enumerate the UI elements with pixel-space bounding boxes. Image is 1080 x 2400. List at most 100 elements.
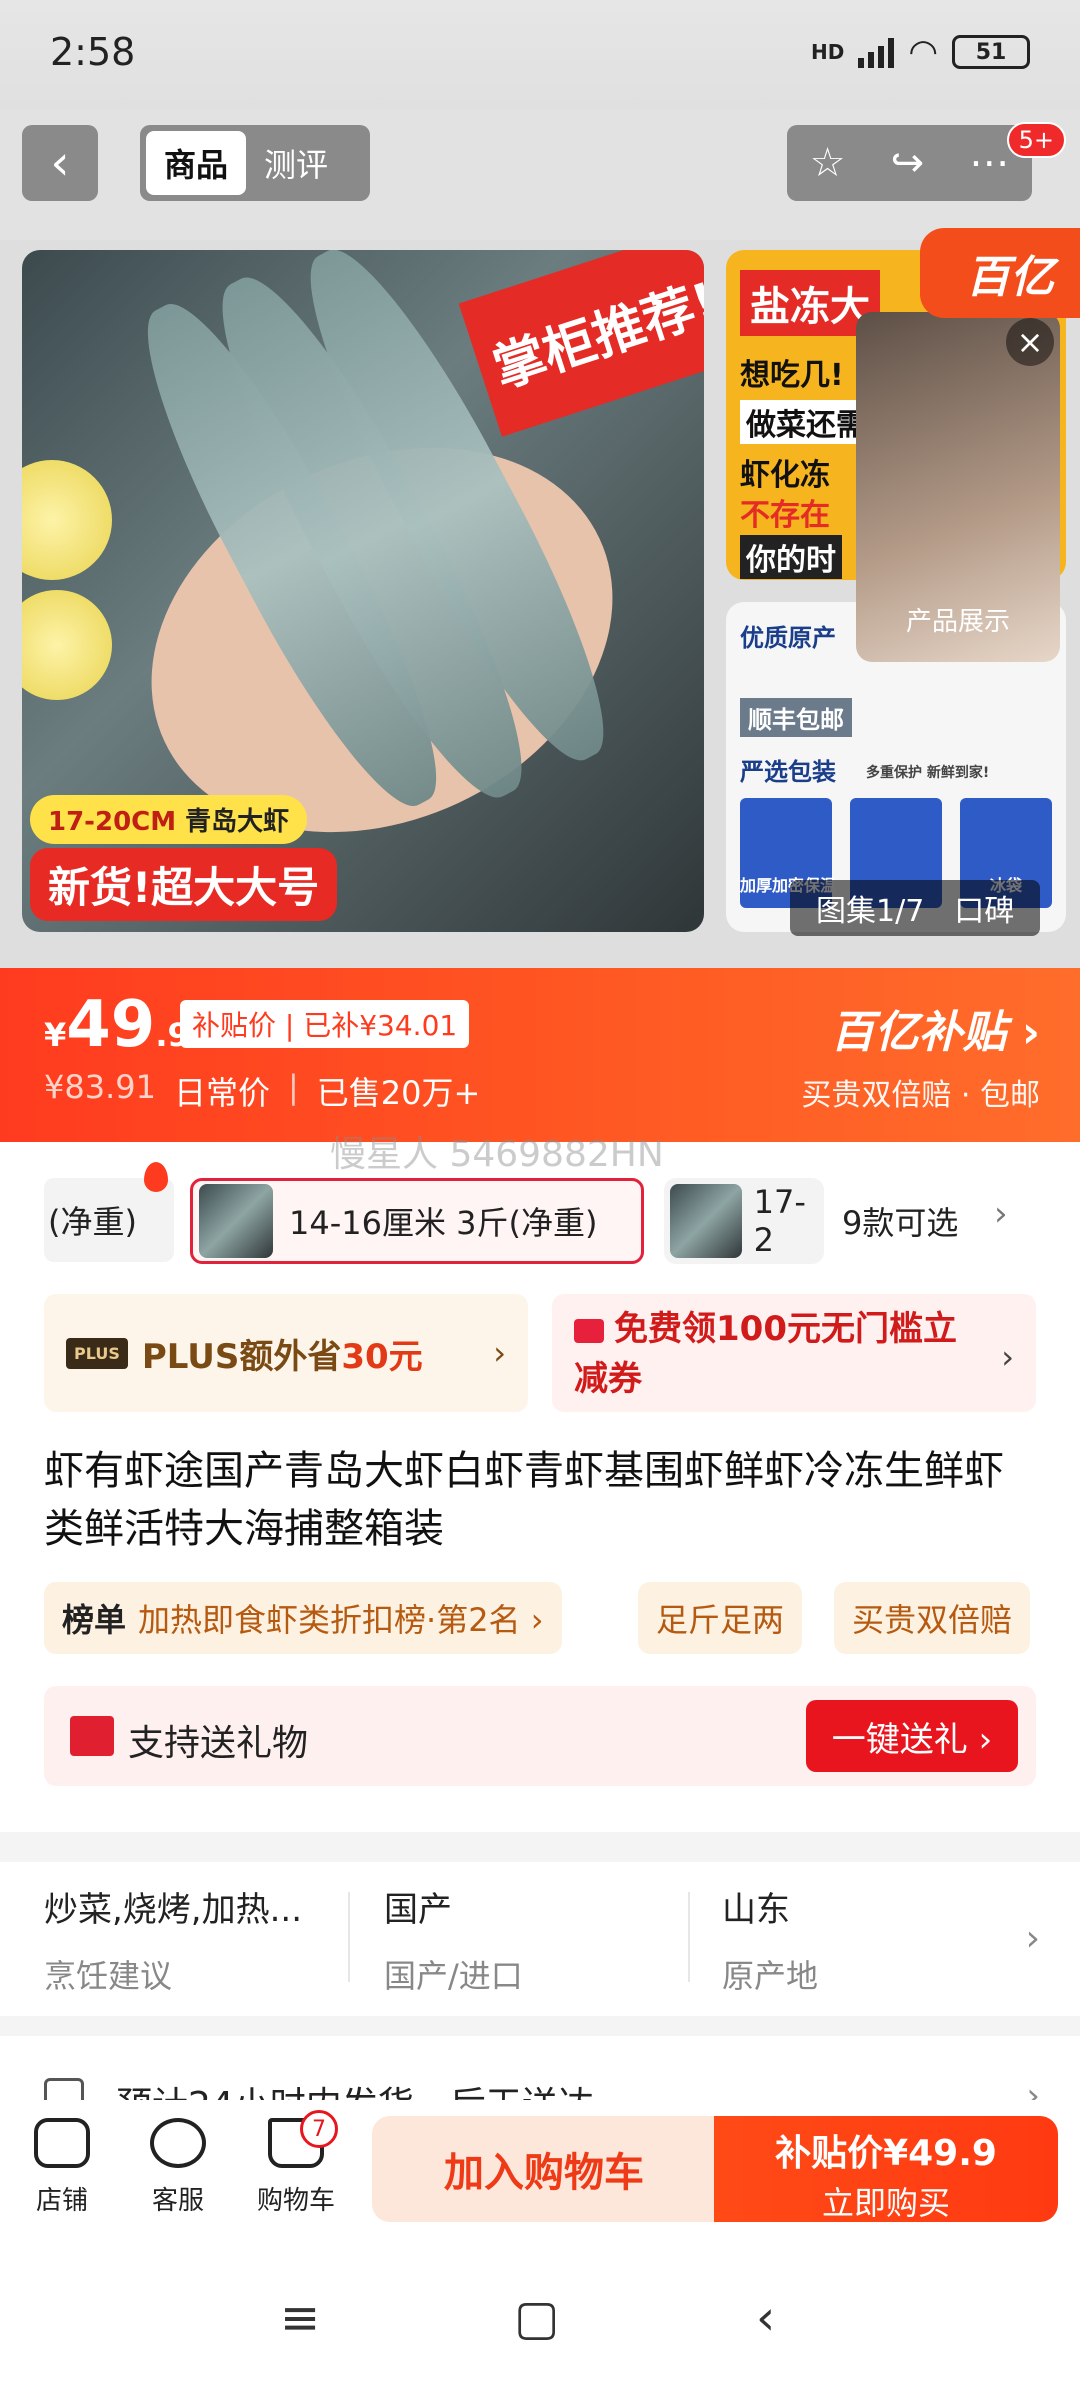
status-bar: 2:58 HD ◠ 51 (0, 0, 1080, 110)
ranking-label: 榜单 (62, 1601, 127, 1639)
new-goods-tag: 新货!超大大号 (30, 848, 338, 921)
recommend-ribbon: 掌柜推荐! (458, 250, 704, 437)
gift-label: 支持送礼物 (128, 1723, 309, 1764)
video-label: 产品展示 (905, 607, 1010, 637)
subsidy-brand[interactable]: 百亿补贴 › 买贵双倍赔 · 包邮 (801, 996, 1040, 1114)
buy-now-button[interactable]: 补贴价¥49.9 立即购买 (714, 2116, 1058, 2222)
system-nav-bar: ≡ ▢ ‹ (0, 2230, 1080, 2400)
spec-value: 国产 (384, 1890, 452, 1930)
service-label: 客服 (151, 2186, 204, 2216)
menu-icon[interactable]: ≡ (280, 2290, 320, 2346)
add-to-cart-button[interactable]: 加入购物车 (372, 2116, 716, 2222)
subsidy-brand-sub: 买贵双倍赔 · 包邮 (801, 1078, 1040, 1113)
gift-card: 支持送礼物 一键送礼 › (44, 1686, 1036, 1786)
spec-origin: 山东 原产地 (722, 1882, 1042, 1997)
tab-bar: 商品 测评 (140, 125, 370, 201)
variant-count[interactable]: 9款可选 (842, 1198, 958, 1244)
side-line: 严选包装 (740, 758, 836, 786)
service-button[interactable]: 客服 (128, 2118, 228, 2217)
lemon-decoration (22, 460, 112, 580)
tab-review[interactable]: 测评 (246, 131, 346, 195)
chip-full-weight[interactable]: 足斤足两 (638, 1582, 803, 1654)
video-preview[interactable]: × 产品展示 (856, 312, 1060, 662)
variant-label: 14-16厘米 3斤(净重) (289, 1204, 598, 1242)
side-line: 虾化冻 (740, 458, 830, 493)
image-counter[interactable]: 图集1/7 口碑 (790, 880, 1041, 936)
price-integer: 49 (66, 988, 156, 1062)
side-line: 你的时 (740, 535, 842, 579)
size-tag-range: 17-20CM (48, 807, 177, 837)
original-price: ¥83.91 (44, 1068, 156, 1106)
chevron-right-icon[interactable]: › (994, 1194, 1008, 1234)
price-meta: ¥83.91 日常价 | 已售20万+ (44, 1068, 480, 1114)
more-icon[interactable]: ⋯ (969, 140, 1009, 186)
tag-chips: 榜单 加热即食虾类折扣榜·第2名 › 足斤足两 买贵双倍赔 (0, 1562, 1080, 1672)
favorite-star-icon[interactable]: ☆ (810, 140, 846, 186)
ranking-chip[interactable]: 榜单 加热即食虾类折扣榜·第2名 › (44, 1582, 562, 1654)
chip-price-guarantee[interactable]: 买贵双倍赔 (834, 1582, 1031, 1654)
plus-text: PLUS额外省 (141, 1336, 342, 1377)
close-icon[interactable]: × (1006, 318, 1054, 366)
chevron-right-icon: › (1001, 1338, 1014, 1376)
reputation-tab[interactable]: 口碑 (954, 886, 1014, 930)
top-nav: ‹ 商品 测评 ☆ ↪ ⋯ 5+ (0, 110, 1080, 240)
side-line: 做菜还需 (740, 400, 872, 444)
status-time: 2:58 (50, 30, 136, 74)
bottom-action-bar: 店铺 客服 购物车 7 加入购物车 补贴价¥49.9 立即购买 (0, 2100, 1080, 2230)
gift-icon (70, 1716, 114, 1756)
tab-product[interactable]: 商品 (146, 131, 247, 195)
product-page: 2:58 HD ◠ 51 ‹ 商品 测评 ☆ ↪ ⋯ 5+ 掌柜推荐! 17-2… (0, 0, 1080, 2400)
size-tag: 17-20CM 青岛大虾 (30, 795, 308, 844)
spec-divider (348, 1892, 350, 1982)
plus-amount: 30元 (341, 1336, 423, 1377)
brand-badge: 百亿 (920, 228, 1080, 318)
variant-option[interactable]: 17-2 (664, 1178, 824, 1264)
customer-service-icon (150, 2118, 206, 2168)
buy-now-label: 立即购买 (821, 2184, 950, 2222)
plus-savings[interactable]: PLUS PLUS额外省30元 › (44, 1294, 528, 1412)
variant-option-selected[interactable]: 14-16厘米 3斤(净重) (190, 1178, 644, 1264)
original-price-label: 日常价 (173, 1074, 270, 1112)
variant-thumbnail (199, 1184, 273, 1258)
spec-key: 烹饪建议 (44, 1957, 173, 1995)
coupon-icon (574, 1318, 604, 1343)
back-nav-icon[interactable]: ‹ (756, 2290, 775, 2346)
divider: | (287, 1068, 299, 1106)
wifi-icon: ◠ (908, 32, 938, 72)
coupon-row: PLUS PLUS额外省30元 › 免费领100元无门槛立减券 › (0, 1282, 1080, 1432)
back-button[interactable]: ‹ (22, 125, 98, 201)
spec-key: 国产/进口 (384, 1957, 523, 1995)
side-line: 多重保护 新鲜到家! (866, 765, 990, 781)
free-coupon[interactable]: 免费领100元无门槛立减券 › (552, 1294, 1036, 1412)
chevron-right-icon: › (1021, 1007, 1040, 1058)
price-banner: ¥ 49 .9 补贴价 | 已补¥34.01 ¥83.91 日常价 | 已售20… (0, 968, 1080, 1142)
watermark: 慢星人 5469882HN (330, 1134, 664, 1175)
share-icon[interactable]: ↪ (891, 140, 925, 186)
network-type: HD (810, 40, 845, 64)
send-gift-button[interactable]: 一键送礼 › (806, 1700, 1018, 1772)
subsidy-tag: 补贴价 | 已补¥34.01 (180, 1000, 470, 1048)
variant-thumbnail (670, 1184, 742, 1258)
size-tag-label: 青岛大虾 (185, 807, 290, 837)
sold-count: 已售20万+ (316, 1074, 481, 1112)
spec-value: 山东 (722, 1890, 790, 1930)
spec-row[interactable]: 炒菜,烧烤,加热... 烹饪建议 国产 国产/进口 山东 原产地 › (0, 1862, 1080, 2016)
signal-icon (858, 36, 895, 68)
side-line: 不存在 (740, 498, 830, 533)
cart-label: 购物车 (256, 2186, 335, 2216)
store-icon (34, 2118, 90, 2168)
image-gallery[interactable]: 掌柜推荐! 17-20CM 青岛大虾 新货!超大大号 盐冻大 想吃几! 做菜还需… (0, 228, 1080, 970)
current-price: ¥ 49 .9 (44, 988, 190, 1062)
chevron-left-icon: ‹ (50, 135, 70, 191)
chevron-right-icon: › (493, 1334, 506, 1372)
side-line: 想吃几! (740, 358, 844, 393)
store-label: 店铺 (35, 2186, 88, 2216)
status-icons: HD ◠ 51 (811, 32, 1030, 72)
home-icon[interactable]: ▢ (514, 2290, 559, 2346)
store-button[interactable]: 店铺 (12, 2118, 112, 2217)
action-group: ☆ ↪ ⋯ (787, 125, 1032, 201)
chevron-right-icon: › (1025, 1918, 1040, 1959)
cart-count-badge: 7 (300, 2110, 338, 2148)
image-counter-text: 图集1/7 (816, 894, 925, 929)
main-product-image[interactable]: 掌柜推荐! 17-20CM 青岛大虾 新货!超大大号 (22, 250, 704, 932)
